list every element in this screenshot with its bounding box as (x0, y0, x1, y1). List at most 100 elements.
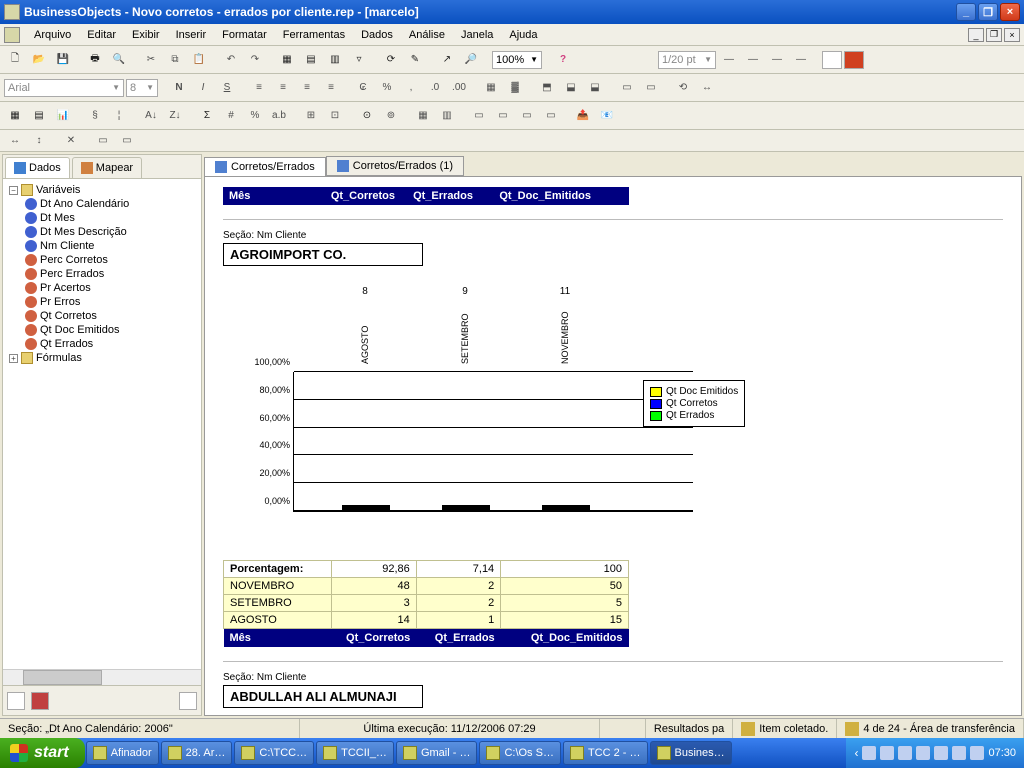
align-justify-button[interactable]: ≡ (320, 77, 342, 99)
dim1-button[interactable]: ↔ (4, 130, 26, 152)
var-button[interactable]: % (244, 105, 266, 127)
italic-button[interactable]: I (192, 77, 214, 99)
footer-icon-3[interactable] (179, 692, 197, 710)
menu-ferramentas[interactable]: Ferramentas (275, 27, 353, 43)
new-button[interactable]: 🗋 (4, 49, 26, 71)
dec-dec-button[interactable]: .00 (448, 77, 470, 99)
tray-icon[interactable] (898, 746, 912, 760)
start-button[interactable]: start (0, 738, 85, 768)
align-center-button[interactable]: ≡ (272, 77, 294, 99)
tools-button[interactable]: ✕ (60, 130, 82, 152)
preview-button[interactable]: 🔍 (108, 49, 130, 71)
font-select[interactable]: Arial▼ (4, 79, 124, 97)
break-button[interactable]: ¦ (108, 105, 130, 127)
mdi-close-button[interactable]: × (1004, 28, 1020, 42)
menu-exibir[interactable]: Exibir (124, 27, 168, 43)
tray-icon[interactable] (934, 746, 948, 760)
menu-dados[interactable]: Dados (353, 27, 401, 43)
tree-hscrollbar[interactable] (3, 669, 201, 685)
fontsize-select[interactable]: 8▼ (126, 79, 158, 97)
save-button[interactable]: 💾 (52, 49, 74, 71)
collapse-icon[interactable]: − (9, 186, 18, 195)
tree-item[interactable]: Qt Doc Emitidos (21, 323, 199, 337)
tree-item[interactable]: Pr Erros (21, 295, 199, 309)
dim2-button[interactable]: ↕ (28, 130, 50, 152)
insert-chart-button[interactable]: 📊 (52, 105, 74, 127)
tree-root[interactable]: − Variáveis (5, 183, 199, 197)
redo-button[interactable]: ↷ (244, 49, 266, 71)
section-button[interactable]: § (84, 105, 106, 127)
tray-expand-icon[interactable]: ‹ (854, 746, 858, 760)
menu-editar[interactable]: Editar (79, 27, 124, 43)
export-button[interactable]: 📤 (572, 105, 594, 127)
line3-button[interactable]: — (766, 49, 788, 71)
task-item[interactable]: Afinador (86, 741, 159, 765)
sort-desc-button[interactable]: Z↓ (164, 105, 186, 127)
scope-button[interactable]: ⊚ (380, 105, 402, 127)
align-left-button[interactable]: ≡ (248, 77, 270, 99)
mdi-restore-button[interactable]: ❐ (986, 28, 1002, 42)
structure-button[interactable]: ▦ (412, 105, 434, 127)
percent-button[interactable]: % (376, 77, 398, 99)
scrollbar-thumb[interactable] (23, 670, 102, 685)
task-item[interactable]: TCC 2 - … (563, 741, 648, 765)
zoom-select[interactable]: 100%▼ (492, 51, 542, 69)
maximize-button[interactable]: ❐ (978, 3, 998, 21)
menu-ajuda[interactable]: Ajuda (501, 27, 545, 43)
line4-button[interactable]: — (790, 49, 812, 71)
tree-item[interactable]: Nm Cliente (21, 239, 199, 253)
paste-button[interactable]: 📋 (188, 49, 210, 71)
task-item[interactable]: C:\TCC… (234, 741, 314, 765)
menu-janela[interactable]: Janela (453, 27, 501, 43)
task-item[interactable]: Gmail - … (396, 741, 478, 765)
mdi-minimize-button[interactable]: _ (968, 28, 984, 42)
tray-icon[interactable] (952, 746, 966, 760)
drill-button[interactable]: ⊙ (356, 105, 378, 127)
tab-dados[interactable]: Dados (5, 157, 70, 178)
align-right-button[interactable]: ≡ (296, 77, 318, 99)
report-tab-2[interactable]: Corretos/Errados (1) (326, 156, 464, 176)
gray-button[interactable]: ▓ (504, 77, 526, 99)
al1-button[interactable]: ▭ (468, 105, 490, 127)
chart-button[interactable]: ▤ (300, 49, 322, 71)
pt-select[interactable]: 1/20 pt▼ (658, 51, 716, 69)
tray-icon[interactable] (970, 746, 984, 760)
more2-button[interactable]: ▭ (116, 130, 138, 152)
menu-arquivo[interactable]: Arquivo (26, 27, 79, 43)
al2-button[interactable]: ▭ (492, 105, 514, 127)
open-button[interactable]: 📂 (28, 49, 50, 71)
line2-button[interactable]: — (742, 49, 764, 71)
analysis-button[interactable]: ▥ (324, 49, 346, 71)
arrow-button[interactable]: ↗ (436, 49, 458, 71)
minimize-button[interactable]: _ (956, 3, 976, 21)
al4-button[interactable]: ▭ (540, 105, 562, 127)
send-button[interactable]: 📧 (596, 105, 618, 127)
menu-formatar[interactable]: Formatar (214, 27, 275, 43)
tray-icon[interactable] (916, 746, 930, 760)
refresh-button[interactable]: ⟳ (380, 49, 402, 71)
expand-icon[interactable]: + (9, 354, 18, 363)
tray-icon[interactable] (880, 746, 894, 760)
align-mid-button[interactable]: ⬓ (560, 77, 582, 99)
task-item[interactable]: C:\Os S… (479, 741, 561, 765)
tree-item[interactable]: Qt Corretos (21, 309, 199, 323)
fill-red-button[interactable] (844, 51, 864, 69)
filter-button[interactable]: ▿ (348, 49, 370, 71)
count-button[interactable]: # (220, 105, 242, 127)
tree-formulas[interactable]: + Fórmulas (5, 351, 199, 365)
tree-item[interactable]: Qt Errados (21, 337, 199, 351)
find-button[interactable]: 🔎 (460, 49, 482, 71)
tree-item[interactable]: Dt Mes Descrição (21, 225, 199, 239)
currency-button[interactable]: ₢ (352, 77, 374, 99)
close-button[interactable]: × (1000, 3, 1020, 21)
ungroup-button[interactable]: ▭ (640, 77, 662, 99)
line1-button[interactable]: — (718, 49, 740, 71)
tray-icon[interactable] (862, 746, 876, 760)
print-button[interactable]: 🖶 (84, 49, 106, 71)
al3-button[interactable]: ▭ (516, 105, 538, 127)
dec-inc-button[interactable]: .0 (424, 77, 446, 99)
format-button[interactable]: ▥ (436, 105, 458, 127)
sort-asc-button[interactable]: A↓ (140, 105, 162, 127)
bold-button[interactable]: N (168, 77, 190, 99)
report-canvas[interactable]: Mês Qt_Corretos Qt_Errados Qt_Doc_Emitid… (204, 176, 1022, 716)
